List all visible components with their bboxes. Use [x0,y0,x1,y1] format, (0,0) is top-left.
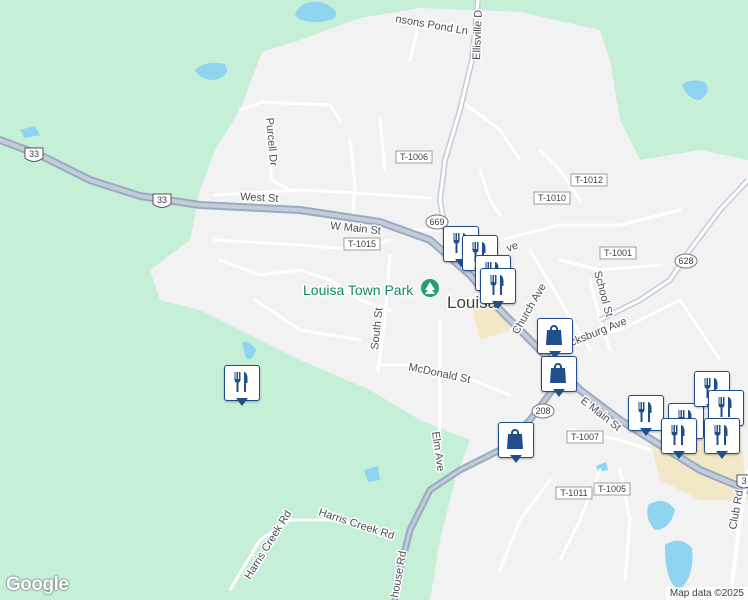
pin-tail [236,398,248,406]
svg-text:208: 208 [535,406,550,416]
svg-text:T-1007: T-1007 [571,432,599,442]
svg-text:T-1001: T-1001 [604,248,632,258]
route-t1010: T-1010 [533,191,571,205]
restaurant-pin[interactable] [480,268,516,312]
svg-text:T-1011: T-1011 [560,488,587,498]
route-t1015: T-1015 [343,237,381,251]
pin-tail [510,455,522,463]
route-t1001: T-1001 [599,246,637,260]
label-courthouse-rd: house Rd [389,550,409,598]
shopping-pin[interactable] [541,356,577,400]
restaurant-pin[interactable] [704,418,740,462]
svg-text:3: 3 [741,476,746,486]
svg-text:T-1006: T-1006 [400,152,428,162]
label-harris-creek-rd-1: Harris Creek Rd [317,506,396,542]
route-t1006: T-1006 [395,150,433,164]
svg-text:628: 628 [678,256,693,266]
svg-text:33: 33 [29,149,39,159]
route-t1012: T-1012 [570,173,608,187]
map-canvas[interactable]: W Main St West St Purcell Dr Ellisville … [0,0,748,600]
shield-208: 208 [531,403,555,419]
label-ellisville-dr: Ellisville D [471,10,485,61]
pin-tail [492,301,504,309]
shield-e33: 3 [736,474,748,489]
label-elm-ave: Elm Ave [429,431,446,472]
route-t1011: T-1011 [555,486,593,500]
svg-text:T-1015: T-1015 [348,239,376,249]
route-t1005: T-1005 [593,482,631,496]
restaurant-pin[interactable] [628,395,664,439]
label-town-park[interactable]: Louisa Town Park [302,281,416,300]
pin-tail [673,451,685,459]
svg-text:T-1010: T-1010 [538,193,566,203]
map-attribution[interactable]: Map data ©2025 [665,587,748,600]
label-west-st: West St [240,191,279,205]
pin-tail [553,389,565,397]
restaurant-pin[interactable] [224,365,260,409]
route-t1007: T-1007 [566,430,604,444]
google-logo: Google [6,574,69,595]
shield-us33-west: 33 [24,147,44,162]
pin-tail [716,451,728,459]
label-harris-creek-rd-2: Harris Creek Rd [242,508,294,581]
svg-text:T-1005: T-1005 [598,484,626,494]
shield-628: 628 [674,253,698,269]
shield-us33-mid: 33 [152,193,172,208]
svg-text:33: 33 [157,195,167,205]
tree-icon [421,279,439,297]
shopping-pin[interactable] [498,422,534,466]
svg-text:T-1012: T-1012 [575,175,603,185]
pin-tail [640,428,652,436]
restaurant-pin[interactable] [661,418,697,462]
